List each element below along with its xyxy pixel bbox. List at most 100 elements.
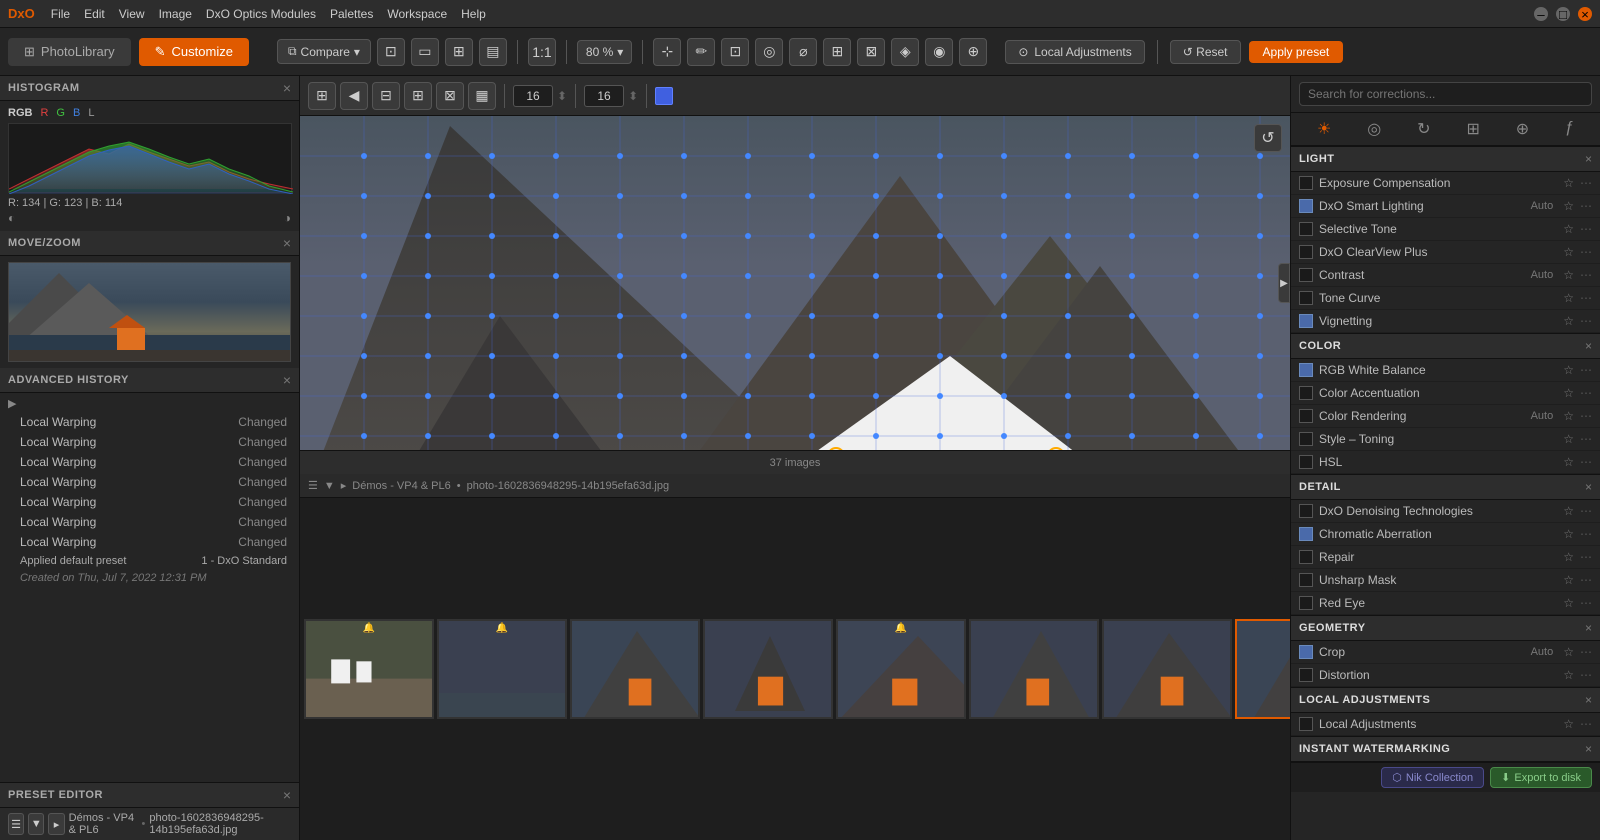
repair-checkbox[interactable] [1299,550,1313,564]
crop-menu[interactable]: ⋯ [1580,645,1592,659]
histogram-channel-rgb[interactable]: RGB [8,107,32,119]
hsl-checkbox[interactable] [1299,455,1313,469]
preset-folder-button[interactable]: ▸ [48,813,64,835]
local-adjustments-icon[interactable]: ⊕ [1516,119,1529,139]
grid-layout-1[interactable]: ⊟ [372,82,400,110]
menu-dxo-optics[interactable]: DxO Optics Modules [206,7,316,21]
color-section-close[interactable]: × [1585,339,1592,353]
color-rendering-checkbox[interactable] [1299,409,1313,423]
clearview-star[interactable]: ☆ [1563,245,1574,259]
grid-layout-2[interactable]: ⊞ [404,82,432,110]
detail-section-header[interactable]: DETAIL × [1291,474,1600,500]
tone-curve-checkbox[interactable] [1299,291,1313,305]
menu-workspace[interactable]: Workspace [387,7,447,21]
clearview-menu[interactable]: ⋯ [1580,245,1592,259]
hsl-star[interactable]: ☆ [1563,455,1574,469]
grid-layout-3[interactable]: ⊠ [436,82,464,110]
split-view-button[interactable]: ▭ [411,38,439,66]
grid-toggle-button[interactable]: ⊞ [308,82,336,110]
chromatic-aberration-checkbox[interactable] [1299,527,1313,541]
zoom-control[interactable]: 80 % ▾ [577,40,632,64]
grid-view-button[interactable]: ⊞ [445,38,473,66]
exposure-compensation-checkbox[interactable] [1299,176,1313,190]
movezoom-thumbnail[interactable] [8,262,291,362]
denoising-star[interactable]: ☆ [1563,504,1574,518]
crop-checkbox[interactable] [1299,645,1313,659]
local-adjustments-menu[interactable]: ⋯ [1580,717,1592,731]
geometry-adjustments-icon[interactable]: ⊞ [1466,119,1479,139]
chromatic-aberration-menu[interactable]: ⋯ [1580,527,1592,541]
selective-tone-star[interactable]: ☆ [1563,222,1574,236]
close-button[interactable]: × [1578,7,1592,21]
color-rendering-star[interactable]: ☆ [1563,409,1574,423]
preset-menu-button[interactable]: ☰ [8,813,24,835]
menu-palettes[interactable]: Palettes [330,7,373,21]
preset-editor-close-button[interactable]: × [283,787,291,803]
export-to-disk-button[interactable]: ⬇ Export to disk [1490,767,1592,788]
hsl-menu[interactable]: ⋯ [1580,455,1592,469]
rgb-wb-checkbox[interactable] [1299,363,1313,377]
style-toning-star[interactable]: ☆ [1563,432,1574,446]
vignetting-star[interactable]: ☆ [1563,314,1574,328]
warp-transform-tool[interactable]: ⊠ [857,38,885,66]
rgb-wb-star[interactable]: ☆ [1563,363,1574,377]
color-accentuation-menu[interactable]: ⋯ [1580,386,1592,400]
vignetting-checkbox[interactable] [1299,314,1313,328]
filmstrip-thumb-4[interactable] [703,619,833,719]
vignetting-menu[interactable]: ⋯ [1580,314,1592,328]
light-section-close[interactable]: × [1585,152,1592,166]
history-item[interactable]: Local Warping Changed [0,452,299,472]
light-adjustments-icon[interactable]: ☀ [1317,119,1331,139]
instant-watermarking-section-close[interactable]: × [1585,742,1592,756]
local-adjustments-button[interactable]: ⊙ Local Adjustments [1005,40,1144,64]
movezoom-close-button[interactable]: × [283,235,291,251]
undo-button[interactable]: ↺ [1254,124,1282,152]
repair-menu[interactable]: ⋯ [1580,550,1592,564]
maximize-button[interactable]: □ [1556,7,1570,21]
grid-rows-input[interactable] [513,85,553,107]
filmstrip-thumb-6[interactable] [969,619,1099,719]
distortion-checkbox[interactable] [1299,668,1313,682]
color-accentuation-star[interactable]: ☆ [1563,386,1574,400]
menu-image[interactable]: Image [159,7,192,21]
history-item[interactable]: Local Warping Changed [0,472,299,492]
history-close-button[interactable]: × [283,372,291,388]
unsharp-mask-checkbox[interactable] [1299,573,1313,587]
reset-button[interactable]: ↺ Reset [1170,40,1241,64]
light-section-header[interactable]: LIGHT × [1291,146,1600,172]
distortion-menu[interactable]: ⋯ [1580,668,1592,682]
red-eye-star[interactable]: ☆ [1563,596,1574,610]
preset-filter-button[interactable]: ▼ [28,813,44,835]
grid-color-swatch[interactable] [655,87,673,105]
exposure-compensation-star[interactable]: ☆ [1563,176,1574,190]
fx-adjustments-icon[interactable]: ƒ [1565,119,1574,139]
filmstrip-thumb-2[interactable]: 🔔 [437,619,567,719]
canvas-main[interactable]: ↺ ▶ [300,116,1290,450]
warp-brush-tool[interactable]: ⌀ [789,38,817,66]
histogram-close-button[interactable]: × [283,80,291,96]
local-adjustments-section-header[interactable]: LOCAL ADJUSTMENTS × [1291,687,1600,713]
menu-file[interactable]: File [51,7,70,21]
filmstrip-thumb-5[interactable]: 🔔 [836,619,966,719]
collapse-right-panel-button[interactable]: ▶ [1278,263,1290,303]
compare-button[interactable]: ⧉ Compare ▾ [277,39,371,64]
history-item[interactable]: Local Warping Changed [0,432,299,452]
warp-lasso-tool[interactable]: ◎ [755,38,783,66]
histogram-channel-g[interactable]: G [56,107,65,119]
smart-lighting-checkbox[interactable] [1299,199,1313,213]
filmstrip-thumb-1[interactable]: 🔔 [304,619,434,719]
selective-tone-menu[interactable]: ⋯ [1580,222,1592,236]
nik-collection-button[interactable]: ⬡ Nik Collection [1381,767,1484,788]
contrast-menu[interactable]: ⋯ [1580,268,1592,282]
warp-crop-tool[interactable]: ⊡ [721,38,749,66]
style-toning-checkbox[interactable] [1299,432,1313,446]
detail-section-close[interactable]: × [1585,480,1592,494]
grid-cols-input[interactable] [584,85,624,107]
style-toning-menu[interactable]: ⋯ [1580,432,1592,446]
color-rendering-menu[interactable]: ⋯ [1580,409,1592,423]
filmstrip-view-button[interactable]: ▤ [479,38,507,66]
smart-lighting-star[interactable]: ☆ [1563,199,1574,213]
unsharp-mask-menu[interactable]: ⋯ [1580,573,1592,587]
color-adjustments-icon[interactable]: ◎ [1367,119,1381,139]
history-item[interactable]: Local Warping Changed [0,512,299,532]
